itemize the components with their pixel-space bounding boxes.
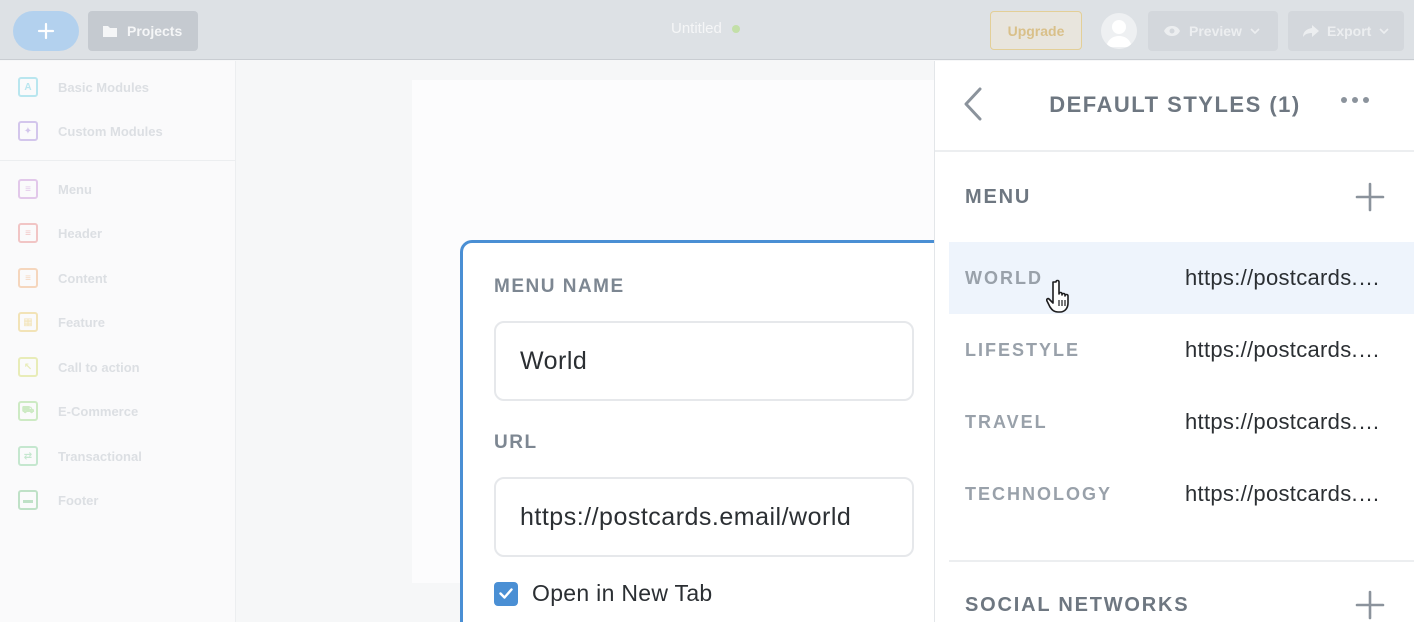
sidebar-item-call-to-action[interactable]: ↖ Call to action xyxy=(18,357,140,377)
menu-item-url: https://postcards.email/technology xyxy=(1185,481,1385,506)
sidebar-item-menu[interactable]: ≡ Menu xyxy=(18,179,92,199)
sidebar-item-e-commerce[interactable]: ⛟ E-Commerce xyxy=(18,401,138,421)
module-sidebar: A Basic Modules ✦ Custom Modules ≡ Menu … xyxy=(0,61,236,622)
styles-panel: DEFAULT STYLES (1) MENU WORLD https://po… xyxy=(934,61,1414,622)
menu-item-url: https://postcards.email/world xyxy=(1185,265,1385,290)
sidebar-item-label: Basic Modules xyxy=(58,79,150,95)
footer-module-icon: ▬ xyxy=(18,490,38,510)
preview-label: Preview xyxy=(1189,23,1242,39)
section-divider xyxy=(949,560,1414,562)
menu-item-name: WORLD xyxy=(965,267,1043,288)
upgrade-button[interactable]: Upgrade xyxy=(990,11,1082,50)
sidebar-item-label: Content xyxy=(58,270,108,286)
open-in-new-tab-option[interactable]: Open in New Tab xyxy=(494,580,713,607)
more-dot xyxy=(1352,97,1358,103)
saved-status-dot xyxy=(731,24,740,33)
menu-module-icon: ≡ xyxy=(18,179,38,199)
eye-icon xyxy=(1164,26,1180,36)
plus-icon xyxy=(1355,590,1385,620)
feature-module-icon: ▦ xyxy=(18,312,38,332)
share-arrow-icon xyxy=(1303,24,1319,37)
menu-item-editor: MENU NAME URL Open in New Tab xyxy=(460,240,948,622)
url-input[interactable] xyxy=(494,477,914,557)
sidebar-item-label: Custom Modules xyxy=(58,123,163,139)
add-social-network-button[interactable] xyxy=(1355,590,1385,620)
menu-item-row[interactable]: WORLD https://postcards.email/world xyxy=(949,242,1414,314)
sidebar-item-label: Menu xyxy=(58,181,92,197)
menu-section-title: MENU xyxy=(965,186,1032,208)
puzzle-icon: ✦ xyxy=(18,121,38,141)
social-networks-section-title: SOCIAL NETWORKS xyxy=(965,594,1190,616)
more-options-button[interactable] xyxy=(1341,97,1369,103)
add-menu-item-button[interactable] xyxy=(1355,182,1385,212)
sidebar-item-content[interactable]: ≡ Content xyxy=(18,268,107,288)
projects-button[interactable]: Projects xyxy=(88,11,198,51)
sidebar-item-label: Footer xyxy=(58,492,99,508)
add-button[interactable] xyxy=(13,11,79,51)
export-label: Export xyxy=(1327,23,1372,39)
panel-title: DEFAULT STYLES (1) xyxy=(1049,92,1301,117)
panel-header: DEFAULT STYLES (1) xyxy=(935,61,1414,152)
menu-item-row[interactable]: TECHNOLOGY https://postcards.email/techn… xyxy=(949,458,1414,530)
more-dot xyxy=(1363,97,1369,103)
hand-pointer-cursor-icon xyxy=(1045,278,1080,319)
url-label: URL xyxy=(494,432,538,453)
menu-item-name: TRAVEL xyxy=(965,411,1048,432)
menu-item-url: https://postcards.email/lifestyle xyxy=(1185,337,1385,362)
top-bar: Projects Untitled Upgrade Preview Export xyxy=(0,0,1414,60)
text-icon: A xyxy=(18,77,38,97)
document-title[interactable]: Untitled xyxy=(671,20,740,37)
open-in-new-tab-label: Open in New Tab xyxy=(532,580,713,606)
sidebar-item-header[interactable]: ≡ Header xyxy=(18,223,102,243)
menu-item-row[interactable]: TRAVEL https://postcards.email/travel xyxy=(949,386,1414,458)
folder-icon xyxy=(103,26,117,37)
cart-icon: ⛟ xyxy=(18,401,38,421)
user-icon xyxy=(1106,20,1132,47)
sidebar-item-label: Call to action xyxy=(58,359,140,375)
export-button[interactable]: Export xyxy=(1288,11,1404,51)
sidebar-item-footer[interactable]: ▬ Footer xyxy=(18,490,98,510)
header-module-icon: ≡ xyxy=(18,223,38,243)
cta-module-icon: ↖ xyxy=(18,357,38,377)
menu-item-name: TECHNOLOGY xyxy=(965,483,1113,504)
sidebar-item-label: E-Commerce xyxy=(58,403,139,419)
sidebar-item-label: Header xyxy=(58,225,103,241)
projects-label: Projects xyxy=(127,23,183,39)
sidebar-divider xyxy=(0,160,236,161)
sidebar-item-transactional[interactable]: ⇄ Transactional xyxy=(18,446,142,466)
menu-name-input[interactable] xyxy=(494,321,914,401)
menu-name-label: MENU NAME xyxy=(494,276,625,297)
sidebar-item-feature[interactable]: ▦ Feature xyxy=(18,312,105,332)
transactional-icon: ⇄ xyxy=(18,446,38,466)
chevron-down-icon xyxy=(1379,28,1389,34)
sidebar-item-label: Feature xyxy=(58,314,105,330)
menu-item-name: LIFESTYLE xyxy=(965,339,1081,360)
sidebar-item-custom-modules[interactable]: ✦ Custom Modules xyxy=(18,121,163,141)
sidebar-item-basic-modules[interactable]: A Basic Modules xyxy=(18,77,149,97)
plus-icon xyxy=(37,22,55,40)
content-module-icon: ≡ xyxy=(18,268,38,288)
chevron-down-icon xyxy=(1250,28,1260,34)
sidebar-item-label: Transactional xyxy=(58,448,142,464)
plus-icon xyxy=(1355,182,1385,212)
checkmark-icon xyxy=(499,588,513,599)
open-in-new-tab-checkbox[interactable] xyxy=(494,581,518,606)
avatar[interactable] xyxy=(1101,13,1137,49)
document-title-text: Untitled xyxy=(671,20,722,37)
menu-item-row[interactable]: LIFESTYLE https://postcards.email/lifest… xyxy=(949,314,1414,386)
menu-item-url: https://postcards.email/travel xyxy=(1185,409,1385,434)
more-dots-icon xyxy=(1341,97,1347,103)
preview-button[interactable]: Preview xyxy=(1148,11,1278,51)
